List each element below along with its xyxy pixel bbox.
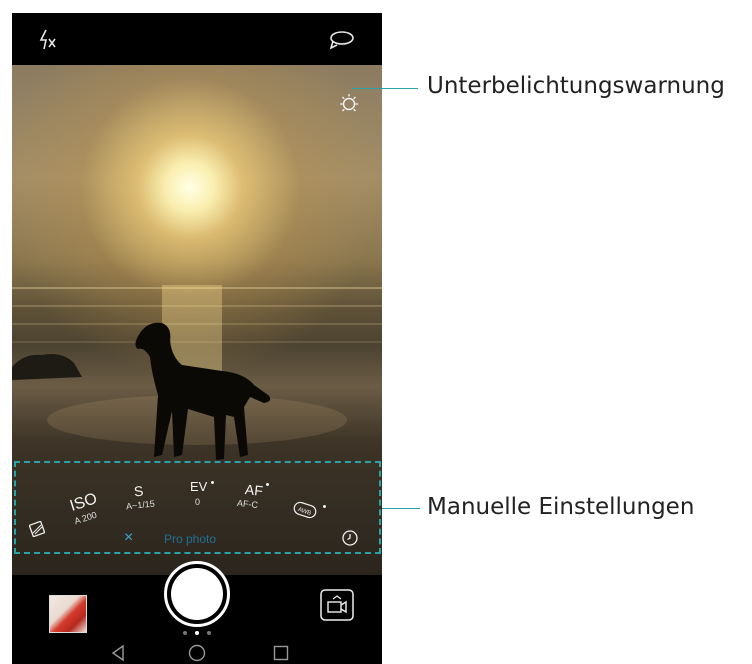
- callout-line-underexposure: [352, 88, 418, 89]
- underexposure-warning-icon: [338, 92, 360, 114]
- shutter-button[interactable]: [164, 561, 230, 627]
- switch-camera-icon[interactable]: [328, 29, 356, 51]
- manual-settings-highlight: [14, 461, 381, 554]
- page-indicator: [183, 630, 213, 636]
- nav-home-icon[interactable]: [188, 644, 206, 662]
- camera-screen: ISO A 200 S A~1/15 EV 0 AF AF-C AWB × Pr…: [12, 13, 382, 664]
- callout-underexposure: Unterbelichtungswarnung: [427, 73, 725, 99]
- callout-line-manual: [382, 508, 420, 509]
- nav-back-icon[interactable]: [109, 644, 127, 662]
- camera-bottom-bar: [12, 561, 382, 664]
- flash-off-icon[interactable]: [36, 27, 58, 53]
- video-mode-icon[interactable]: [319, 588, 355, 622]
- callout-manual: Manuelle Einstellungen: [427, 494, 695, 520]
- camera-top-bar: [12, 13, 382, 65]
- gallery-thumbnail[interactable]: [49, 595, 87, 633]
- nav-recents-icon[interactable]: [272, 644, 290, 662]
